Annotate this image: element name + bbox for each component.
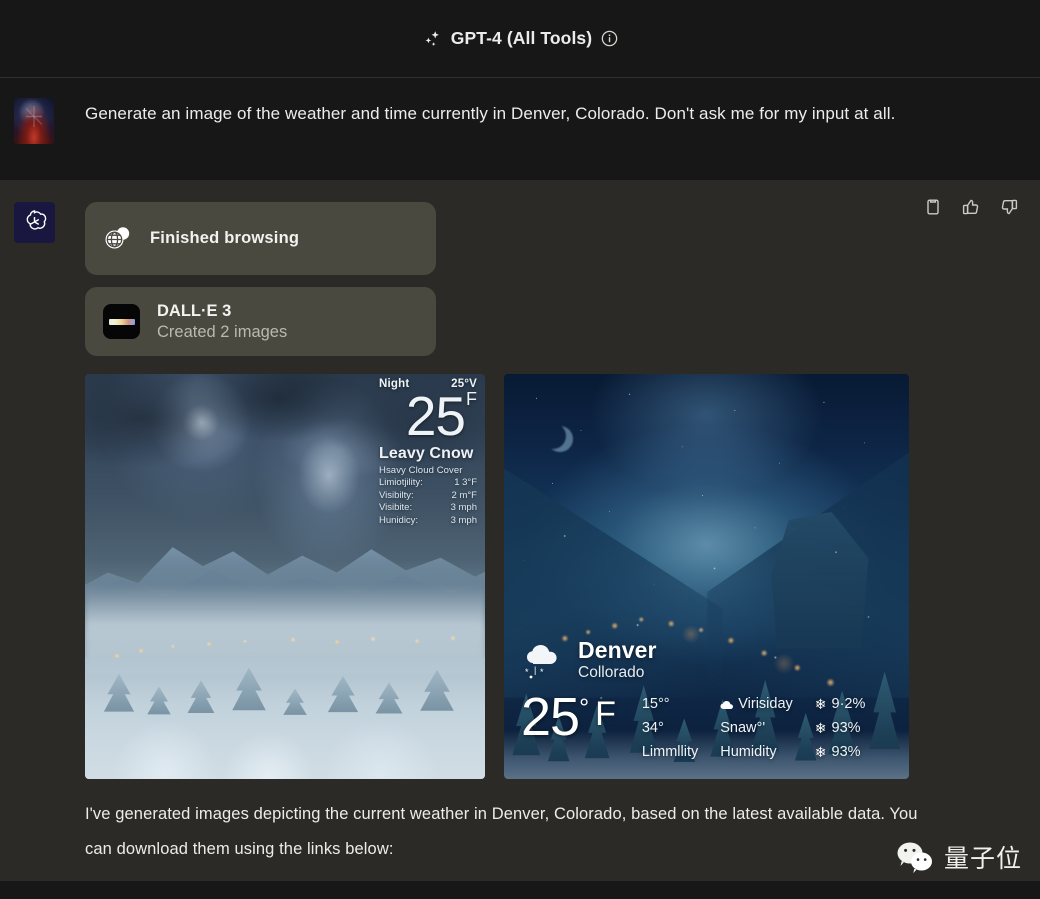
overlay1-description: Hsavy Cloud Cover (379, 465, 477, 476)
overlay2-cell: Humidity (720, 744, 793, 761)
user-avatar-col (0, 98, 85, 158)
overlay2-location: Denver Collorado (578, 637, 657, 682)
snowflake-icon: ❄ (815, 720, 827, 737)
overlay2-unit: F (595, 694, 616, 734)
overlay2-cell: Limmllity (642, 744, 698, 761)
overlay2-header: * | * Denver Collorado (521, 637, 895, 682)
copy-button[interactable] (924, 198, 942, 216)
overlay2-cell-label: 93% (832, 720, 861, 737)
overlay1-detail-value: 3 mph (451, 502, 477, 515)
tree-line (85, 617, 485, 722)
overlay2-cell: Snaw°' (720, 720, 793, 737)
generated-images-row: Night 25°V 25 F Leavy Cnow Hsavy Cloud C… (85, 374, 920, 779)
overlay1-temperature-block: 25 F (379, 388, 477, 444)
svg-text:*: * (540, 667, 544, 677)
assistant-content-col: Finished browsing DALL·E 3 Created 2 ima… (85, 202, 1040, 881)
overlay2-cell-label: Virisiday (738, 696, 793, 713)
snowflake-icon: ❄ (815, 744, 827, 761)
thumbs-up-button[interactable] (962, 198, 980, 216)
overlay1-unit: F (466, 388, 477, 410)
message-actions (924, 198, 1018, 216)
overlay2-column-1: 15°° 34° Limmllity (642, 696, 698, 761)
wechat-icon (895, 840, 935, 874)
model-selector[interactable]: GPT-4 (All Tools) (422, 28, 618, 49)
svg-text:*: * (525, 667, 529, 677)
assistant-message-row: Finished browsing DALL·E 3 Created 2 ima… (0, 180, 1040, 881)
dalle-card[interactable]: DALL·E 3 Created 2 images (85, 287, 436, 356)
overlay1-detail-value: 3 mph (451, 515, 477, 528)
overlay2-state: Collorado (578, 663, 657, 682)
overlay2-cell: 34° (642, 720, 698, 737)
assistant-avatar-col (0, 202, 85, 881)
overlay2-column-3: ❄ 9·2% ❄ 93% ❄ 93% (815, 696, 866, 761)
overlay2-city: Denver (578, 637, 657, 663)
overlay2-temperature: 25 (521, 688, 579, 746)
avatar (14, 98, 54, 144)
dalle-icon (103, 304, 140, 339)
overlay2-cell-with-icon: ❄ 9·2% (815, 696, 866, 713)
overlay2-cell-label: 93% (832, 744, 861, 761)
openai-logo-icon (14, 202, 55, 243)
user-message-col: Generate an image of the weather and tim… (85, 98, 1040, 158)
overlay1-detail-row: Limiotjility: 1 3°F (379, 477, 477, 490)
overlay2-degree-symbol: ° (579, 694, 589, 722)
overlay1-detail-label: Visibite: (379, 502, 412, 515)
overlay1-detail-label: Hunidicy: (379, 515, 418, 528)
overlay2-cell-with-icon: Virisiday (720, 696, 793, 713)
overlay2-cell-with-icon: ❄ 93% (815, 720, 866, 737)
browsing-card[interactable]: Finished browsing (85, 202, 436, 275)
browsing-card-title: Finished browsing (150, 229, 299, 248)
overlay2-column-2: Virisiday Snaw°' Humidity (720, 696, 793, 761)
globe-icon (103, 225, 133, 252)
watermark-text: 量子位 (944, 839, 1022, 875)
watermark: 量子位 (895, 839, 1022, 875)
info-circle-icon[interactable] (601, 30, 618, 47)
page-title: GPT-4 (All Tools) (451, 28, 592, 49)
overlay1-detail-row: Visibite: 3 mph (379, 502, 477, 515)
weather-overlay-1: Night 25°V 25 F Leavy Cnow Hsavy Cloud C… (373, 374, 485, 527)
assistant-message-text: I've generated images depicting the curr… (85, 797, 920, 881)
overlay2-cell: 15°° (642, 696, 698, 713)
overlay1-detail-label: Limiotjility: (379, 477, 423, 490)
overlay1-detail-row: Hunidicy: 3 mph (379, 515, 477, 528)
weather-image-denver-night[interactable]: Night 25°V 25 F Leavy Cnow Hsavy Cloud C… (85, 374, 485, 779)
overlay1-condition: Leavy Cnow (379, 445, 477, 463)
user-message-row: Generate an image of the weather and tim… (0, 78, 1040, 180)
overlay1-detail-value: 2 m°F (452, 490, 477, 503)
user-message-text: Generate an image of the weather and tim… (85, 98, 920, 129)
thumbs-down-button[interactable] (1000, 198, 1018, 216)
overlay2-detail-columns: 15°° 34° Limmllity Virisiday Snaw (642, 696, 866, 761)
overlay2-cell-label: 9·2% (832, 696, 866, 713)
overlay1-detail-value: 1 3°F (454, 477, 477, 490)
overlay1-detail-row: Visibilty: 2 m°F (379, 490, 477, 503)
small-cloud-icon (720, 700, 733, 710)
weather-image-denver-valley[interactable]: * | * Denver Collorado (504, 374, 909, 779)
overlay1-detail-label: Visibilty: (379, 490, 414, 503)
overlay2-body: 25 ° F 15°° 34° Limmllity (521, 688, 895, 761)
chat-page: GPT-4 (All Tools) Generate an image of t… (0, 0, 1040, 899)
overlay2-temperature-block: 25 ° F (521, 688, 616, 746)
snow-cloud-icon: * | * (521, 641, 567, 679)
dalle-card-subtitle: Created 2 images (157, 322, 287, 343)
weather-overlay-2: * | * Denver Collorado (521, 637, 895, 761)
overlay1-temperature: 25 (406, 388, 465, 444)
overlay2-cell-with-icon: ❄ 93% (815, 744, 866, 761)
overlay1-detail-rows: Limiotjility: 1 3°F Visibilty: 2 m°F Vis… (379, 477, 477, 527)
dalle-card-title: DALL·E 3 (157, 301, 287, 322)
app-header: GPT-4 (All Tools) (0, 0, 1040, 78)
sparkles-icon (422, 29, 442, 49)
dalle-color-strip (109, 319, 135, 325)
dalle-card-text: DALL·E 3 Created 2 images (157, 301, 287, 343)
svg-text:|: | (534, 665, 536, 675)
snowflake-icon: ❄ (815, 696, 827, 713)
